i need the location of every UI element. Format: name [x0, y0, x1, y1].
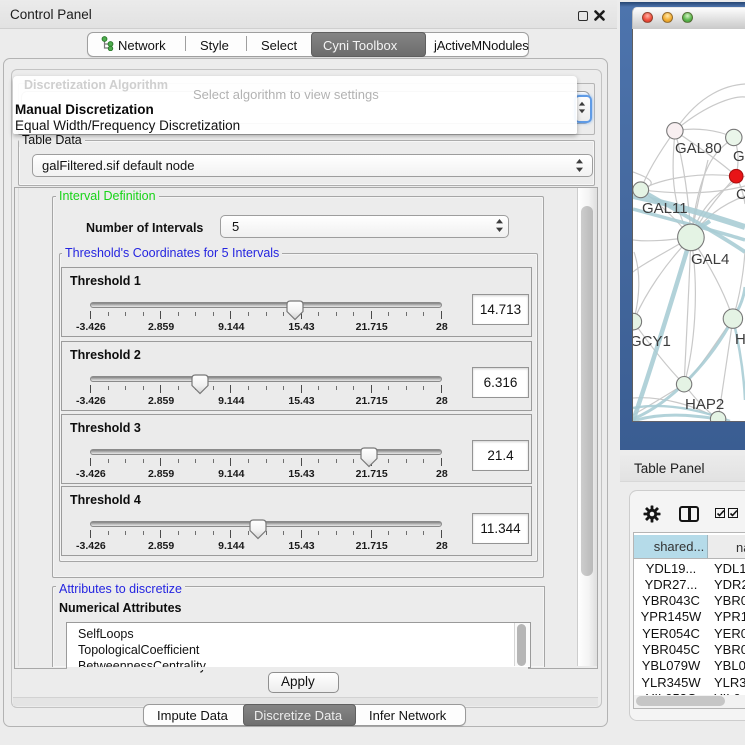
svg-text:GAL4: GAL4: [691, 251, 729, 268]
svg-text:C: C: [736, 186, 745, 203]
svg-text:GAL80: GAL80: [675, 140, 722, 157]
svg-text:H: H: [735, 331, 745, 348]
svg-text:G.: G.: [733, 148, 745, 165]
svg-text:GAL11: GAL11: [642, 200, 688, 217]
svg-text:HAP2: HAP2: [685, 396, 724, 413]
svg-text:GCY1: GCY1: [633, 333, 671, 350]
